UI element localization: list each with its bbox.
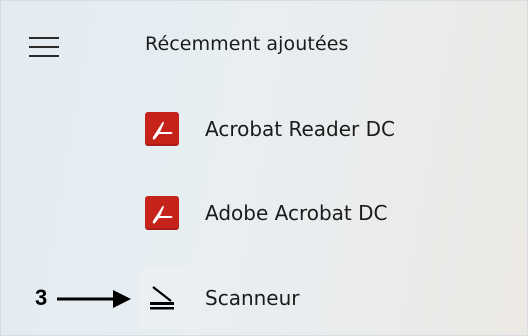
- annotation-number: 3: [35, 285, 48, 310]
- arrow-right-icon: [55, 287, 135, 315]
- app-item-scanneur[interactable]: Scanneur: [139, 268, 509, 328]
- menu-button[interactable]: [25, 33, 65, 61]
- section-title-recently-added: Récemment ajoutées: [145, 33, 349, 55]
- acrobat-pdf-icon: [145, 112, 179, 146]
- acrobat-pdf-icon: [145, 196, 179, 230]
- app-item-adobe-acrobat-dc[interactable]: Adobe Acrobat DC: [139, 183, 509, 243]
- scanner-icon: [145, 281, 179, 315]
- app-label: Scanneur: [205, 286, 300, 310]
- app-label: Adobe Acrobat DC: [205, 201, 388, 225]
- app-item-acrobat-reader-dc[interactable]: Acrobat Reader DC: [139, 99, 509, 159]
- app-label: Acrobat Reader DC: [205, 117, 395, 141]
